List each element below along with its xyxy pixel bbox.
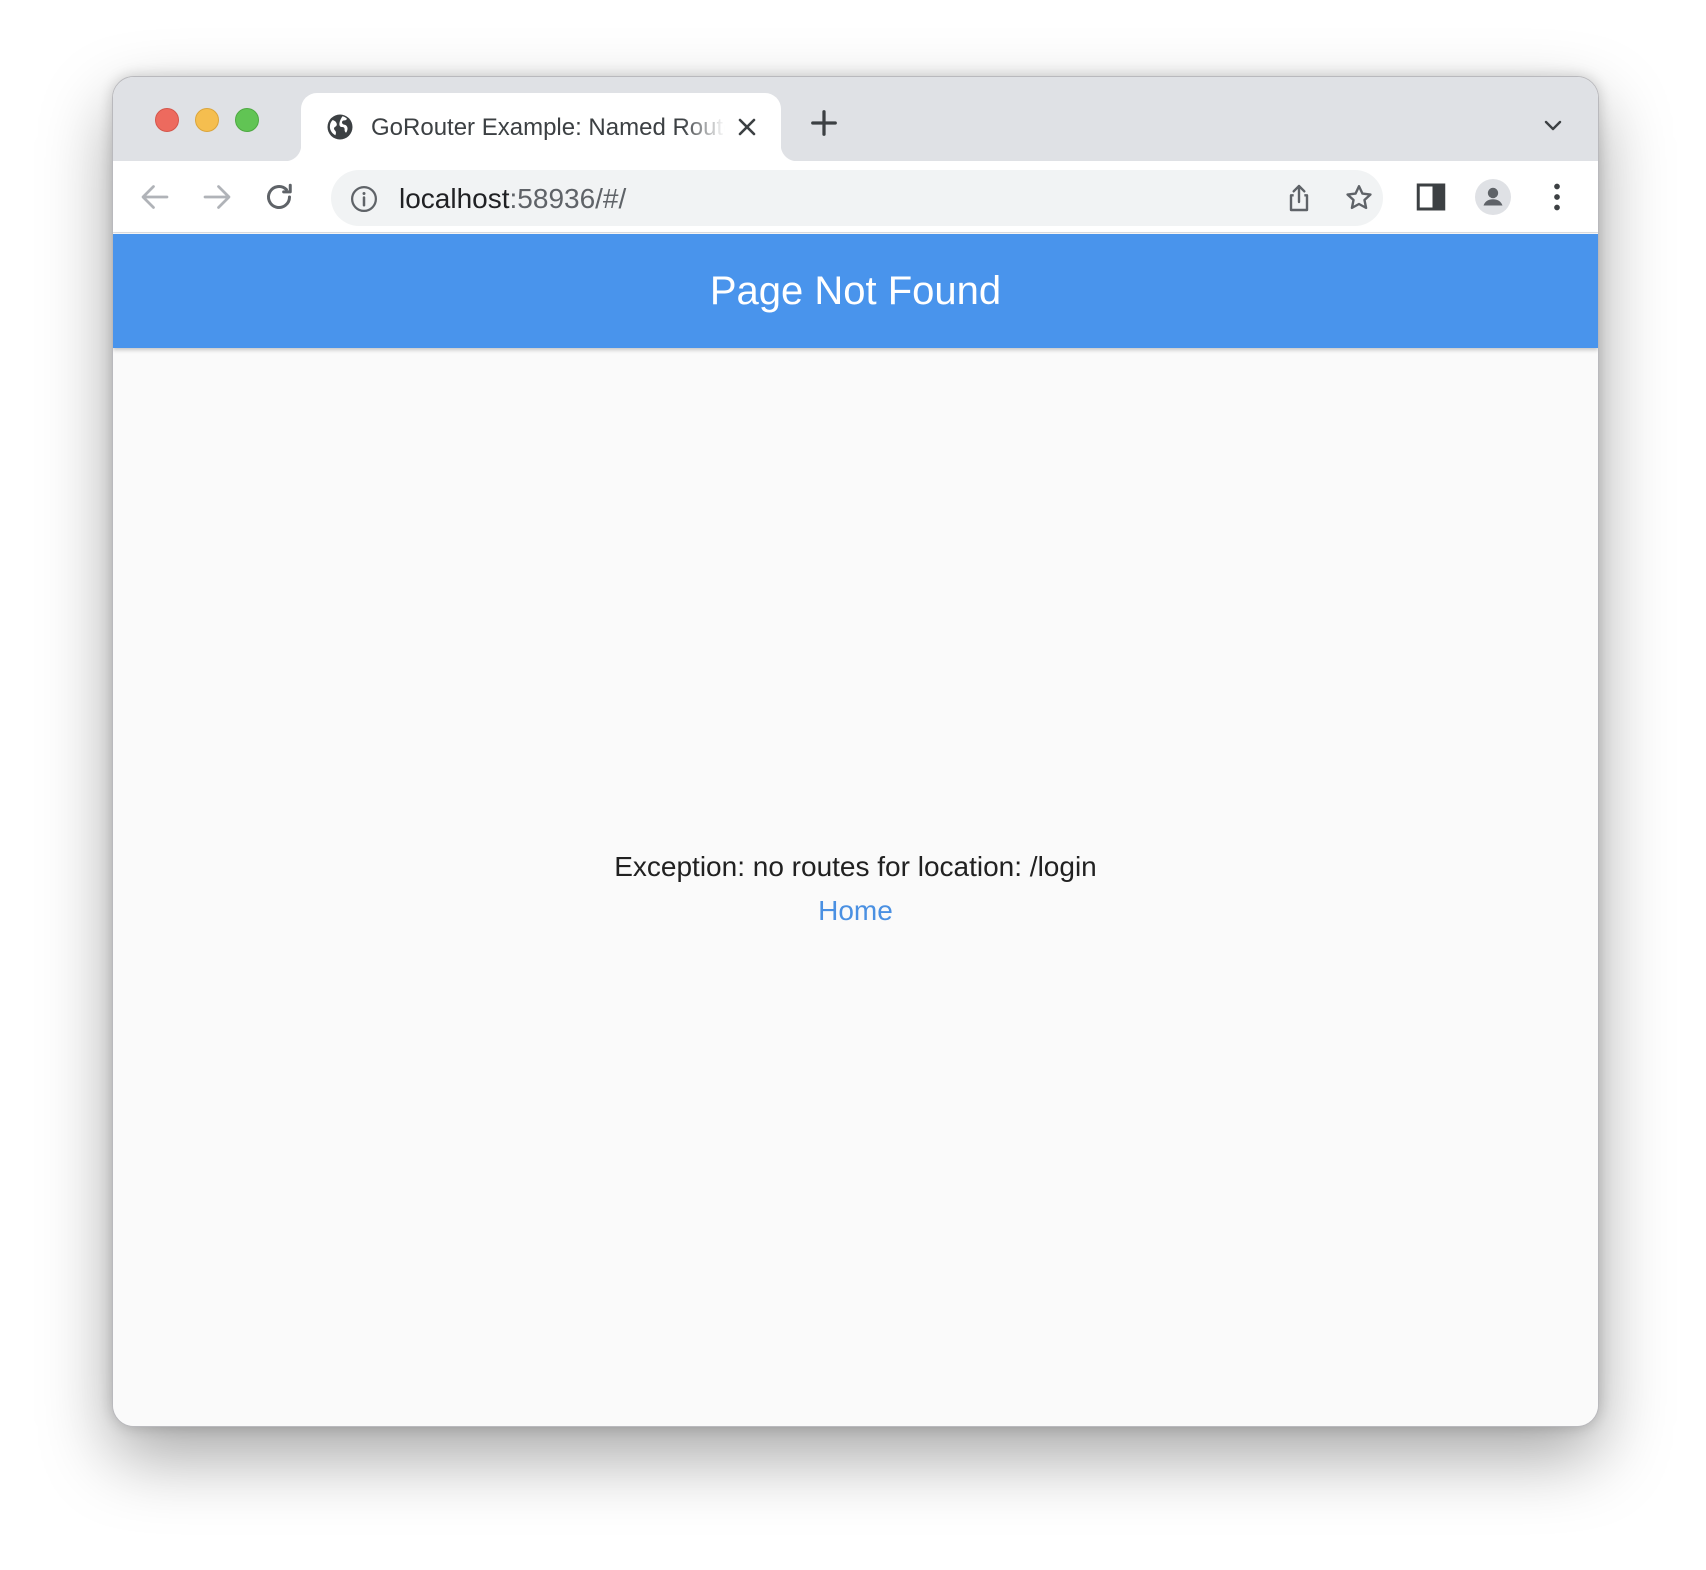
url-host: localhost <box>399 183 510 214</box>
url-port-path: :58936/#/ <box>509 183 627 214</box>
browser-toolbar: localhost:58936/#/ <box>113 161 1598 233</box>
window-close-button[interactable] <box>155 108 179 132</box>
tab-strip: GoRouter Example: Named Routes <box>113 77 1598 161</box>
browser-window: GoRouter Example: Named Routes localhost… <box>112 76 1599 1427</box>
close-icon[interactable] <box>735 115 759 139</box>
window-minimize-button[interactable] <box>195 108 219 132</box>
more-vert-icon[interactable] <box>1539 179 1575 215</box>
error-body: Exception: no routes for location: /logi… <box>113 849 1598 929</box>
app-bar: Page Not Found <box>113 234 1598 348</box>
share-icon[interactable] <box>1283 182 1315 214</box>
globe-icon <box>327 114 353 140</box>
arrow-left-icon[interactable] <box>137 179 173 215</box>
star-icon[interactable] <box>1343 182 1375 214</box>
person-icon[interactable] <box>1475 179 1511 215</box>
error-message: Exception: no routes for location: /logi… <box>614 851 1097 882</box>
page-content: Page Not Found Exception: no routes for … <box>113 234 1598 1426</box>
arrow-right-icon[interactable] <box>199 179 235 215</box>
page-title: Page Not Found <box>709 269 1002 313</box>
address-bar[interactable]: localhost:58936/#/ <box>331 170 1383 226</box>
window-zoom-button[interactable] <box>235 108 259 132</box>
side-panel-icon[interactable] <box>1413 179 1449 215</box>
reload-icon[interactable] <box>261 179 297 215</box>
tab-title: GoRouter Example: Named Routes <box>371 114 725 141</box>
url-text[interactable]: localhost:58936/#/ <box>399 183 626 215</box>
info-icon[interactable] <box>349 184 379 214</box>
plus-icon[interactable] <box>809 108 839 138</box>
chevron-down-icon[interactable] <box>1541 113 1565 137</box>
home-button[interactable]: Home <box>818 893 893 929</box>
tab-active[interactable]: GoRouter Example: Named Routes <box>285 93 797 161</box>
